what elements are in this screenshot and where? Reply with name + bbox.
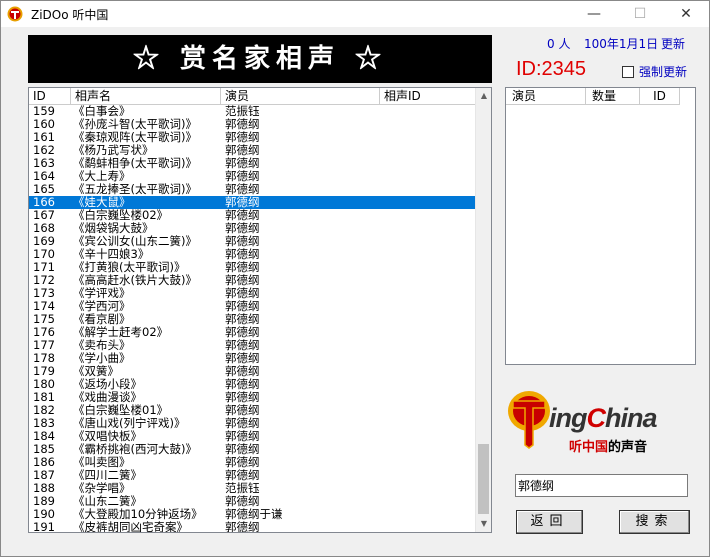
column-header-id[interactable]: ID (640, 88, 680, 105)
row-id: 191 (33, 520, 55, 533)
list-rows: 159 《白事会》 范振钰 160 《孙庞斗智(太平歌词)》 郭德纲 161 《秦琼观阵(太平… (29, 105, 477, 533)
search-button[interactable]: 搜索 (619, 510, 690, 534)
window-title: ZiDOo 听中国 (31, 8, 109, 22)
column-header-actor[interactable]: 演员 (221, 88, 380, 105)
back-button[interactable]: 返回 (516, 510, 583, 534)
row-title: 《皮裤胡同凶宅奇案》 (73, 520, 188, 533)
maximize-button[interactable]: ☐ (617, 1, 663, 27)
scroll-thumb[interactable] (478, 444, 489, 514)
checkbox-box[interactable] (622, 65, 634, 78)
column-header-id[interactable]: ID (29, 88, 71, 105)
logo-wordmark: ingChina (549, 403, 658, 433)
update-link[interactable]: 更新 (661, 35, 685, 52)
close-button[interactable]: ✕ (663, 1, 709, 27)
vertical-scrollbar[interactable]: ▲ ▼ (475, 88, 491, 532)
table-row[interactable]: 191 《皮裤胡同凶宅奇案》 郭德纲 (29, 521, 477, 533)
column-header-count[interactable]: 数量 (586, 88, 640, 105)
row-actor: 郭德纲 (225, 520, 260, 533)
app-window: ZiDOo 听中国 — ☐ ✕ ☆ 赏名家相声 ☆ 0 人 100年1月1日 更… (0, 0, 710, 557)
scroll-down-icon[interactable]: ▼ (476, 516, 491, 532)
id-display: ID:2345 (516, 58, 587, 80)
tingchina-emblem-icon (508, 391, 550, 449)
column-header-name[interactable]: 相声名 (71, 88, 221, 105)
minimize-button[interactable]: — (571, 1, 617, 27)
force-update-label: 强制更新 (639, 65, 688, 79)
listener-count: 0 人 (547, 37, 571, 51)
banner-title: ☆ 赏名家相声 ☆ (28, 35, 492, 83)
logo-tagline: 听中国的声音 (569, 440, 648, 455)
force-update-checkbox[interactable]: 强制更新 (622, 63, 687, 80)
tingchina-logo: ingChina 听中国的声音 (507, 381, 697, 455)
scroll-up-icon[interactable]: ▲ (476, 88, 491, 104)
crosstalk-list[interactable]: ID 相声名 演员 相声ID 159 《白事会》 范振钰 160 《孙庞斗智(太平歌词)… (28, 87, 492, 533)
column-header-actor[interactable]: 演员 (506, 88, 586, 105)
list-header: ID 相声名 演员 相声ID (29, 88, 479, 105)
app-logo-icon (7, 6, 23, 22)
title-bar[interactable]: ZiDOo 听中国 — ☐ ✕ (1, 1, 709, 27)
actor-summary-list[interactable]: 演员 数量 ID (505, 87, 696, 365)
update-date: 100年1月1日 (584, 37, 659, 51)
search-input[interactable] (515, 474, 688, 497)
